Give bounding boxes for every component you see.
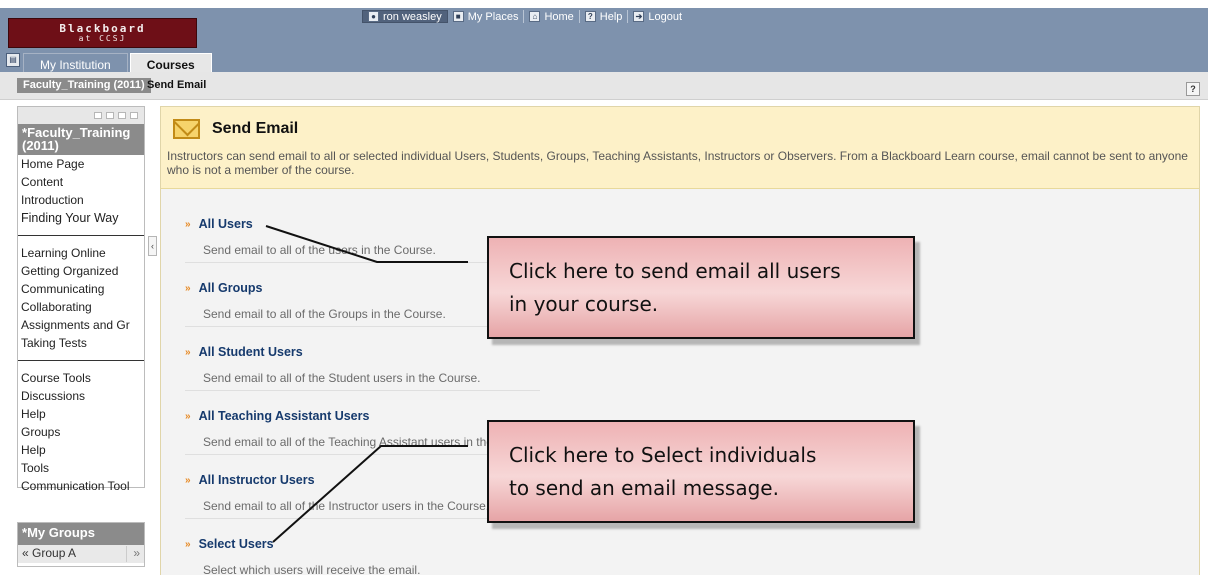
- menu-divider: [18, 235, 144, 236]
- select-users-description: Select which users will receive the emai…: [185, 563, 540, 575]
- all-users-label: All Users: [198, 217, 253, 231]
- tab-courses[interactable]: Courses: [129, 53, 212, 72]
- select-users-link[interactable]: » Select Users: [185, 537, 540, 551]
- menu-view-folder-icon[interactable]: [106, 112, 114, 119]
- breadcrumb-course-link[interactable]: Faculty_Training (2011): [17, 78, 151, 93]
- tab-bar: ▤ My Institution Courses: [6, 52, 214, 72]
- callout-1-line-1: Click here to send email all users: [509, 259, 841, 283]
- blackboard-logo[interactable]: Blackboard at CCSJ: [8, 18, 197, 48]
- course-menu: *Faculty_Training (2011) Home Page Conte…: [17, 106, 145, 493]
- course-menu-tools: [18, 107, 144, 124]
- sidebar-item-finding-your-way[interactable]: Finding Your Way: [18, 209, 144, 227]
- sidebar-item-groups[interactable]: Groups: [18, 423, 144, 441]
- bullet-icon: »: [185, 346, 191, 358]
- home-icon: ⌂: [529, 11, 541, 22]
- header-top-edge: [0, 0, 1208, 8]
- logout-label: Logout: [648, 10, 683, 23]
- sidebar-item-discussions[interactable]: Discussions: [18, 387, 144, 405]
- course-menu-section-2: Learning Online Getting Organized Commun…: [18, 244, 144, 352]
- page-title-row: Send Email: [167, 119, 1193, 139]
- utility-nav: ● ron weasley ■ My Places ⌂ Home ? Help …: [362, 10, 687, 23]
- home-label: Home: [544, 10, 574, 23]
- my-places-link[interactable]: ■ My Places: [448, 10, 525, 23]
- collapse-menu-chevron-icon[interactable]: ‹: [148, 236, 157, 256]
- group-expand-icon[interactable]: »: [126, 546, 140, 562]
- group-a-item[interactable]: « Group A »: [18, 545, 144, 563]
- callout-2-line-2: to send an email message.: [509, 476, 779, 500]
- all-student-users-description: Send email to all of the Student users i…: [185, 371, 540, 391]
- sidebar-item-taking-tests[interactable]: Taking Tests: [18, 334, 144, 352]
- sidebar-item-help[interactable]: Help: [18, 405, 144, 423]
- sidebar-item-course-tools[interactable]: Course Tools: [18, 369, 144, 387]
- all-student-users-label: All Student Users: [198, 345, 303, 359]
- all-groups-label: All Groups: [198, 281, 263, 295]
- logo-subtext: at CCSJ: [78, 34, 127, 43]
- user-icon: ●: [368, 11, 379, 22]
- logo-text: Blackboard: [59, 22, 146, 35]
- sidebar-item-home-page[interactable]: Home Page: [18, 155, 144, 173]
- sidebar-item-communicating[interactable]: Communicating: [18, 280, 144, 298]
- callout-2-line-1: Click here to Select individuals: [509, 443, 817, 467]
- breadcrumb: Faculty_Training (2011) Send Email ?: [0, 72, 1208, 100]
- sidebar-item-learning-online[interactable]: Learning Online: [18, 244, 144, 262]
- places-icon: ■: [452, 11, 464, 22]
- help-link[interactable]: ? Help: [580, 10, 629, 23]
- sidebar-item-getting-organized[interactable]: Getting Organized: [18, 262, 144, 280]
- sidebar-item-introduction[interactable]: Introduction: [18, 191, 144, 209]
- select-users-label: Select Users: [198, 537, 274, 551]
- breadcrumb-current-page: Send Email: [147, 79, 207, 91]
- all-student-users-link[interactable]: » All Student Users: [185, 345, 540, 359]
- bullet-icon: »: [185, 282, 191, 294]
- my-groups-text: My Groups: [27, 525, 95, 540]
- sidebar-item-communication-tool[interactable]: Communication Tool: [18, 477, 144, 495]
- course-menu-title[interactable]: *Faculty_Training (2011): [18, 124, 144, 155]
- envelope-icon: [173, 119, 200, 139]
- menu-new-window-icon[interactable]: [118, 112, 126, 119]
- bullet-icon: »: [185, 218, 191, 230]
- user-menu[interactable]: ● ron weasley: [362, 10, 448, 23]
- sidebar-item-assignments[interactable]: Assignments and Gr: [18, 316, 144, 334]
- menu-view-list-icon[interactable]: [94, 112, 102, 119]
- tab-panel-toggle-icon[interactable]: ▤: [6, 53, 20, 67]
- page-header: Send Email Instructors can send email to…: [161, 107, 1199, 189]
- page-description: Instructors can send email to all or sel…: [167, 149, 1188, 177]
- tab-my-institution[interactable]: My Institution: [23, 53, 128, 72]
- home-link[interactable]: ⌂ Home: [524, 10, 580, 23]
- sidebar-item-collaborating[interactable]: Collaborating: [18, 298, 144, 316]
- callout-all-users: Click here to send email all users in yo…: [487, 236, 915, 339]
- course-menu-section-3: Course Tools Discussions Help Groups Hel…: [18, 369, 144, 495]
- callout-select-users: Click here to Select individuals to send…: [487, 420, 915, 523]
- menu-divider: [18, 360, 144, 361]
- logout-icon: ➔: [633, 11, 645, 22]
- page-help-button[interactable]: ?: [1186, 82, 1200, 96]
- page-title: Send Email: [212, 120, 299, 137]
- bullet-icon: »: [185, 410, 191, 422]
- bullet-icon: »: [185, 538, 191, 550]
- all-instructor-users-label: All Instructor Users: [198, 473, 315, 487]
- my-groups-panel: *My Groups « Group A »: [17, 522, 145, 567]
- help-icon: ?: [584, 11, 596, 22]
- option-select-users: » Select Users Select which users will re…: [185, 537, 540, 575]
- logout-link[interactable]: ➔ Logout: [628, 10, 687, 23]
- group-a-text: Group A: [32, 546, 77, 560]
- all-ta-users-label: All Teaching Assistant Users: [198, 409, 370, 423]
- sidebar-item-content[interactable]: Content: [18, 173, 144, 191]
- user-name: ron weasley: [383, 10, 442, 23]
- option-all-student-users: » All Student Users Send email to all of …: [185, 345, 540, 391]
- callout-1-line-2: in your course.: [509, 292, 659, 316]
- menu-settings-icon[interactable]: [130, 112, 138, 119]
- all-users-link[interactable]: » All Users: [185, 217, 540, 231]
- bullet-icon: »: [185, 474, 191, 486]
- group-a-label: « Group A: [22, 546, 77, 560]
- my-places-label: My Places: [467, 10, 519, 23]
- help-label: Help: [599, 10, 623, 23]
- sidebar-item-help-2[interactable]: Help: [18, 441, 144, 459]
- course-menu-section-1: Home Page Content Introduction Finding Y…: [18, 155, 144, 227]
- course-title-text: Faculty_Training (2011): [22, 125, 131, 153]
- my-groups-title[interactable]: *My Groups: [18, 523, 144, 545]
- sidebar-item-tools[interactable]: Tools: [18, 459, 144, 477]
